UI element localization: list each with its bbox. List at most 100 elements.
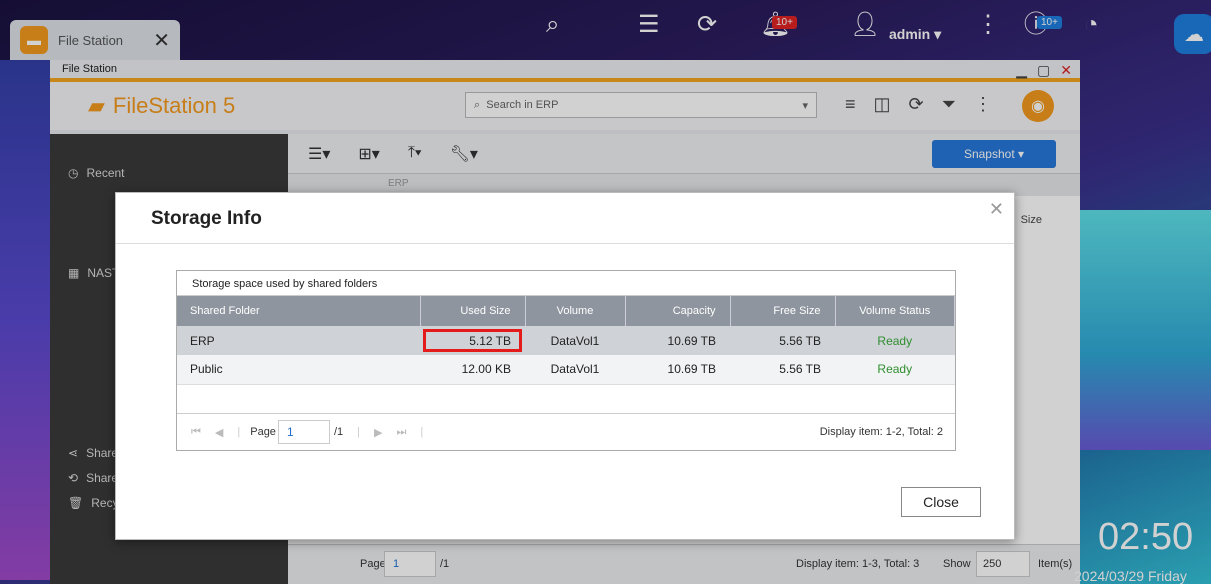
dashboard-icon[interactable]: ◔: [1084, 10, 1099, 40]
sidebar-item-label: Share: [86, 471, 119, 485]
cloud-icon[interactable]: ☁: [1174, 14, 1211, 54]
prev-page-icon[interactable]: ◀: [215, 426, 223, 439]
nas-icon: ▦: [68, 266, 80, 280]
size-column-header[interactable]: Size: [1021, 214, 1042, 226]
tasks-icon[interactable]: ☰: [638, 10, 660, 40]
info-badge: 10+: [1037, 16, 1062, 29]
page-total: /1: [333, 426, 344, 438]
file-station-logo-icon: ▰: [88, 93, 105, 118]
clock-icon: ◷: [68, 166, 79, 180]
cell-free-size: 5.56 TB: [730, 326, 835, 355]
tools-icon[interactable]: 🔧︎▾: [450, 144, 478, 164]
notification-badge: 10+: [772, 16, 797, 29]
table-header: Shared Folder Used Size Volume Capacity …: [177, 296, 955, 326]
sidebar-item-label: Share: [86, 446, 119, 460]
window-titlebar: File Station ▁ ▢ ✕: [50, 60, 1080, 82]
more-options-icon[interactable]: ⋮: [976, 10, 1000, 40]
display-info: Display item: 1-3, Total: 3: [796, 558, 920, 570]
items-label: Item(s): [1038, 558, 1073, 570]
desktop-clock: 02:50: [1098, 516, 1194, 558]
table-row[interactable]: ERP 5.12 TB DataVol1 10.69 TB 5.56 TB Re…: [177, 326, 955, 355]
window-title: File Station: [62, 63, 118, 75]
cell-used-size: 12.00 KB: [420, 355, 525, 385]
trash-icon: 🗑︎: [68, 496, 84, 510]
app-header: ▰ FileStation 5 ⌕ Search in ERP ▾ ≡ ◫ ⟳ …: [50, 82, 1080, 130]
dialog-close-icon[interactable]: ✕: [989, 199, 1004, 220]
show-label: Show: [943, 558, 971, 570]
minimize-icon[interactable]: ▁: [1016, 62, 1027, 79]
taskbar-tab-label: File Station: [58, 32, 124, 48]
snapshot-button[interactable]: Snapshot ▾: [932, 140, 1056, 168]
divider: [116, 243, 1014, 244]
panel-caption: Storage space used by shared folders: [177, 271, 955, 296]
search-icon: ⌕: [474, 98, 487, 111]
items-per-page-select[interactable]: 250: [976, 551, 1030, 577]
page-input[interactable]: 1: [277, 420, 330, 444]
upload-icon[interactable]: ⤒▾: [408, 144, 422, 164]
storage-info-dialog: Storage Info ✕ Storage space used by sha…: [115, 192, 1015, 540]
close-button[interactable]: Close: [901, 487, 981, 517]
sidebar-item-recycle-bin[interactable]: 🗑︎ Recy: [68, 496, 119, 510]
sync-icon[interactable]: ⟳: [697, 10, 717, 40]
shared-icon: ⟲: [68, 471, 79, 485]
sidebar-item-share-link[interactable]: ⋖ Share: [68, 446, 118, 460]
column-header-volume[interactable]: Volume: [525, 296, 626, 326]
storage-panel: Storage space used by shared folders Sha…: [176, 270, 956, 451]
pager-display-info: Display item: 1-2, Total: 2: [819, 426, 943, 438]
page-input[interactable]: 1: [384, 551, 436, 577]
view-list-icon[interactable]: ☰▾: [308, 144, 330, 164]
column-header-folder[interactable]: Shared Folder: [177, 296, 421, 326]
file-list-pager: Page 1 /1 Display item: 1-3, Total: 3 Sh…: [288, 544, 1080, 584]
desktop-date: 2024/03/29 Friday: [1074, 568, 1187, 584]
cell-capacity: 10.69 TB: [625, 355, 730, 385]
more-icon[interactable]: ⋮: [974, 94, 992, 115]
next-page-icon[interactable]: ▶: [374, 426, 382, 439]
dialog-title: Storage Info: [151, 208, 262, 229]
file-toolbar: ☰▾ ⊞▾ ⤒▾ 🔧︎▾ Snapshot ▾: [288, 134, 1080, 174]
close-icon[interactable]: ✕: [153, 28, 170, 53]
search-icon[interactable]: ⌕: [546, 10, 559, 40]
app-title: FileStation 5: [112, 93, 236, 118]
remote-mount-icon[interactable]: ◫: [874, 94, 891, 115]
search-placeholder: Search in ERP: [486, 99, 559, 111]
column-header-free-size[interactable]: Free Size: [730, 296, 836, 326]
search-input[interactable]: ⌕ Search in ERP ▾: [465, 92, 817, 118]
new-folder-icon[interactable]: ⊞▾: [358, 144, 379, 164]
close-window-icon[interactable]: ✕: [1060, 62, 1072, 79]
sidebar-item-label: Recent: [86, 166, 125, 180]
sidebar-item-nas[interactable]: ▦ NAST: [68, 266, 119, 280]
first-page-icon[interactable]: ⏮: [191, 426, 201, 439]
username-label: admin: [889, 26, 931, 42]
folder-icon: ▬: [20, 26, 48, 54]
user-menu[interactable]: admin ▾: [889, 26, 941, 43]
taskbar-tab-file-station[interactable]: ▬ File Station ✕: [10, 20, 180, 60]
filter-icon[interactable]: ⏷: [942, 94, 956, 115]
cell-free-size: 5.56 TB: [730, 355, 835, 385]
chevron-down-icon[interactable]: ▾: [802, 99, 808, 112]
cell-folder: ERP: [177, 326, 420, 355]
column-header-capacity[interactable]: Capacity: [625, 296, 731, 326]
column-header-status[interactable]: Volume Status: [835, 296, 955, 326]
transfer-icon[interactable]: ≡: [845, 94, 856, 115]
page-label: Page: [360, 558, 386, 570]
sidebar-item-recent[interactable]: ◷ Recent: [68, 166, 125, 180]
cell-folder: Public: [177, 355, 420, 385]
storage-table: Shared Folder Used Size Volume Capacity …: [177, 296, 955, 385]
snapshot-status-icon[interactable]: ◉: [1022, 90, 1054, 122]
page-label: Page: [250, 426, 276, 438]
sidebar-item-shared-with-me[interactable]: ⟲ Share: [68, 471, 118, 485]
cell-status: Ready: [835, 355, 955, 385]
user-icon[interactable]: 👤︎: [850, 10, 880, 40]
cell-volume: DataVol1: [525, 326, 625, 355]
page-total: /1: [440, 558, 450, 570]
table-row[interactable]: Public 12.00 KB DataVol1 10.69 TB 5.56 T…: [177, 355, 955, 385]
column-header-used-size[interactable]: Used Size: [420, 296, 526, 326]
refresh-icon[interactable]: ⟳: [909, 94, 924, 115]
cell-status: Ready: [835, 326, 955, 355]
dialog-pager: ⏮ ◀ | Page 1 /1 | ▶ ⏭ | Display item: 1-…: [177, 413, 955, 450]
cell-capacity: 10.69 TB: [625, 326, 730, 355]
share-icon: ⋖: [68, 446, 79, 460]
cell-used-size-highlighted: 5.12 TB: [420, 326, 525, 355]
last-page-icon[interactable]: ⏭: [396, 426, 406, 439]
maximize-icon[interactable]: ▢: [1037, 62, 1050, 79]
